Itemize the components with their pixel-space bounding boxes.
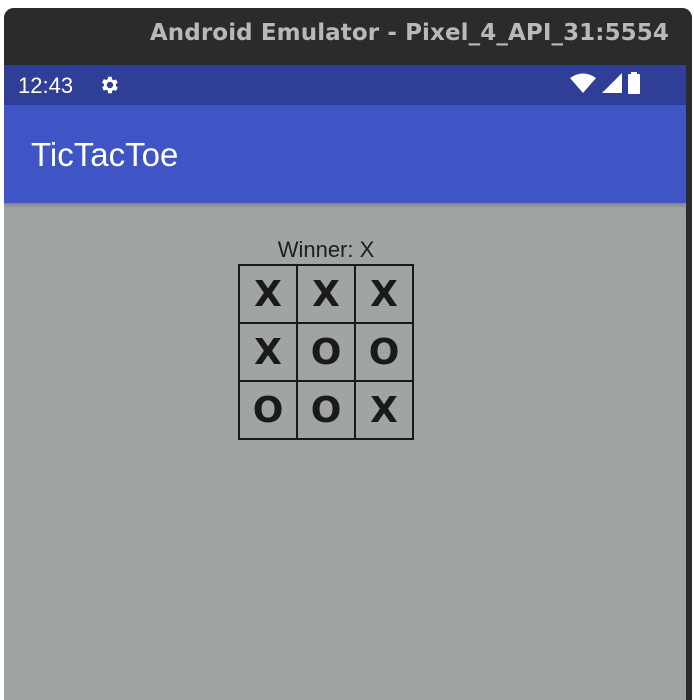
board-cell-1-0[interactable]: X	[238, 322, 298, 382]
game-board: X X X X O O O O X	[238, 264, 415, 440]
board-cell-1-1[interactable]: O	[296, 322, 356, 382]
board-cell-2-1[interactable]: O	[296, 380, 356, 440]
emulator-window: Android Emulator - Pixel_4_API_31:5554 1…	[4, 8, 692, 700]
window-title: Android Emulator - Pixel_4_API_31:5554	[149, 20, 669, 46]
app-title: TicTacToe	[31, 136, 179, 173]
signal-icon	[602, 72, 622, 98]
gear-icon	[98, 74, 120, 96]
wifi-icon	[570, 73, 596, 98]
board-cell-2-0[interactable]: O	[238, 380, 298, 440]
board-cell-0-1[interactable]: X	[296, 264, 356, 324]
battery-icon	[628, 71, 640, 99]
window-titlebar: Android Emulator - Pixel_4_API_31:5554	[4, 8, 692, 64]
game-content: Winner: X X X X X O O O O X	[4, 203, 686, 700]
app-bar: TicTacToe	[4, 105, 686, 203]
window-right-edge	[686, 65, 692, 700]
winner-label: Winner: X	[277, 237, 375, 262]
status-time: 12:43	[18, 73, 74, 98]
status-bar: 12:43	[4, 65, 686, 105]
board-cell-1-2[interactable]: O	[354, 322, 414, 382]
board-cell-2-2[interactable]: X	[354, 380, 414, 440]
board-cell-0-2[interactable]: X	[354, 264, 414, 324]
board-cell-0-0[interactable]: X	[238, 264, 298, 324]
status-icons	[570, 71, 640, 99]
device-screen: 12:43 TicTacToe Winner: X X X X X O O O …	[4, 65, 686, 700]
